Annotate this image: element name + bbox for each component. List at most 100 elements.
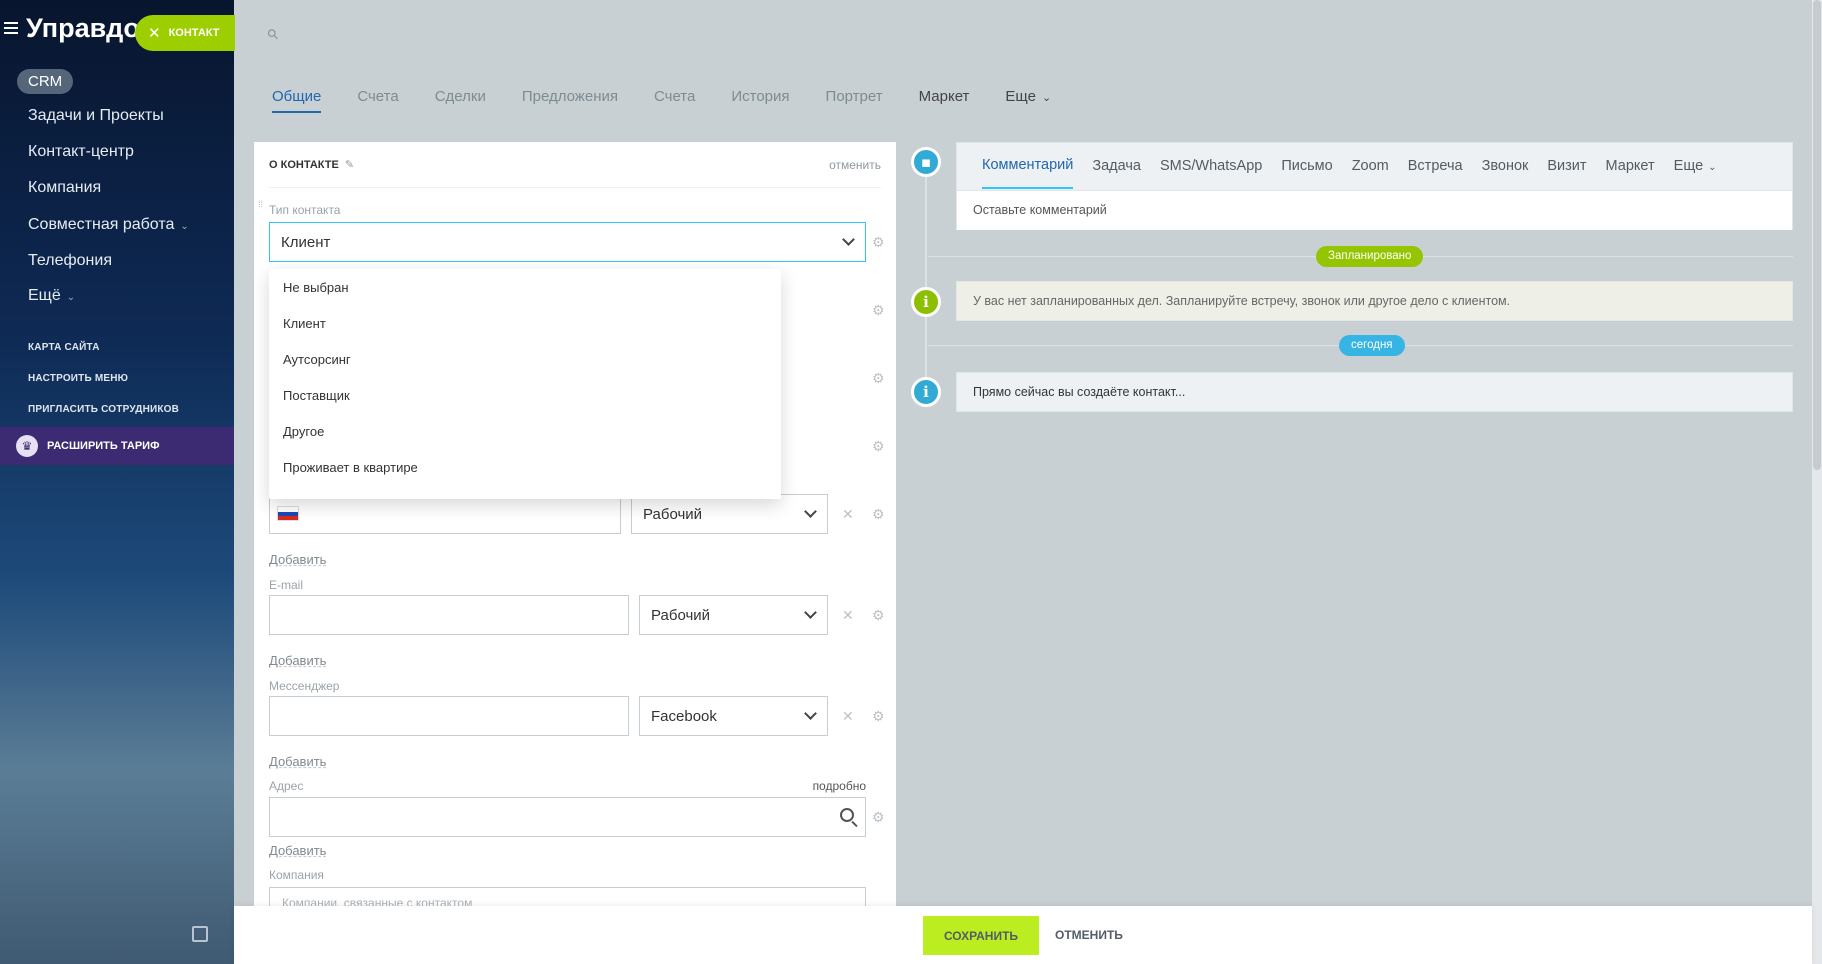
upgrade-plan-button[interactable]: ♛ РАСШИРИТЬ ТАРИФ (0, 427, 234, 465)
sidebar-item-collaboration[interactable]: Совместная работа ⌄ (28, 216, 189, 234)
tab-general[interactable]: Общие (272, 88, 322, 113)
russia-flag-icon[interactable] (277, 506, 299, 521)
tab-market[interactable]: Маркет (1606, 158, 1655, 174)
sidebar-item-company[interactable]: Компания (28, 179, 101, 197)
dropdown-option[interactable]: Другое (283, 424, 324, 439)
gear-icon[interactable]: ⚙ (872, 438, 885, 455)
tab-deals[interactable]: Сделки (435, 88, 486, 113)
today-badge: сегодня (1339, 335, 1405, 356)
entity-tabs: Общие Счета Сделки Предложения Счета Ист… (272, 88, 1087, 113)
phone-field[interactable] (269, 494, 621, 534)
search-icon[interactable] (840, 808, 854, 822)
crown-icon: ♛ (16, 435, 38, 457)
add-address-link[interactable]: Добавить (269, 843, 326, 858)
gear-icon[interactable]: ⚙ (872, 506, 885, 523)
messenger-type-select[interactable]: Facebook (639, 696, 828, 736)
tab-market[interactable]: Маркет (919, 88, 970, 113)
cancel-button[interactable]: ОТМЕНИТЬ (1055, 928, 1123, 942)
tab-more[interactable]: Еще ⌄ (1005, 88, 1051, 113)
comment-icon: ▪ (911, 147, 941, 177)
remove-icon[interactable]: ✕ (842, 607, 854, 624)
tab-sms-whatsapp[interactable]: SMS/WhatsApp (1160, 158, 1262, 174)
tab-more[interactable]: Еще ⌄ (1674, 158, 1717, 174)
phone-type-select[interactable]: Рабочий (631, 494, 828, 534)
chevron-down-icon (804, 505, 817, 518)
address-details-link[interactable]: подробно (813, 779, 866, 793)
remove-icon[interactable]: ✕ (842, 708, 854, 725)
sidebar-item-crm[interactable]: CRM (17, 69, 74, 94)
upgrade-plan-label: РАСШИРИТЬ ТАРИФ (47, 440, 160, 452)
creating-info-row: Прямо сейчас вы создаёте контакт... (956, 372, 1793, 412)
company-placeholder: Компании, связанные с контактом (282, 896, 473, 906)
dropdown-option[interactable]: Аутсорсинг (283, 352, 351, 367)
tab-more-label: Еще (1673, 158, 1704, 174)
email-type-value: Рабочий (651, 607, 711, 624)
company-label: Компания (269, 868, 324, 882)
gear-icon[interactable]: ⚙ (872, 302, 885, 319)
chevron-down-icon: ⌄ (66, 292, 76, 303)
menu-icon[interactable] (4, 22, 18, 34)
dropdown-option[interactable]: Проживает в квартире (283, 460, 418, 475)
pencil-icon[interactable]: ✎ (345, 159, 354, 171)
dropdown-option[interactable]: Не выбран (283, 280, 349, 295)
scrollbar[interactable] (1812, 0, 1822, 964)
tab-visit[interactable]: Визит (1547, 158, 1586, 174)
contact-type-label: Тип контакта (269, 203, 341, 217)
sidebar-item-label: Совместная работа (28, 216, 175, 233)
comment-input[interactable]: Оставьте комментарий (957, 190, 1792, 230)
contact-details-card: О КОНТАКТЕ ✎ отменить ⁞⁞ Тип контакта Кли… (254, 142, 896, 906)
email-type-select[interactable]: Рабочий (639, 595, 828, 635)
tab-meeting[interactable]: Встреча (1408, 158, 1463, 174)
creating-info-text: Прямо сейчас вы создаёте контакт... (973, 385, 1186, 399)
remove-icon[interactable]: ✕ (842, 506, 854, 523)
planned-info-text: У вас нет запланированных дел. Запланиру… (973, 294, 1511, 308)
close-icon[interactable]: ✕ (148, 24, 161, 42)
contact-type-dropdown: Не выбран Клиент Аутсорсинг Поставщик Др… (269, 269, 781, 499)
planned-info-row: У вас нет запланированных дел. Запланиру… (956, 281, 1793, 321)
activity-tabs: Комментарий Задача SMS/WhatsApp Письмо Z… (982, 143, 1736, 189)
gear-icon[interactable]: ⚙ (872, 708, 885, 725)
planned-badge: Запланировано (1316, 246, 1424, 267)
sidebar-item-contact-center[interactable]: Контакт-центр (28, 143, 134, 161)
email-field[interactable] (269, 595, 629, 635)
gear-icon[interactable]: ⚙ (872, 370, 885, 387)
contact-type-value: Клиент (281, 234, 331, 251)
tab-comment[interactable]: Комментарий (982, 143, 1074, 189)
add-email-link[interactable]: Добавить (269, 653, 326, 668)
tab-history[interactable]: История (731, 88, 789, 113)
info-icon: i (911, 287, 941, 317)
dropdown-option[interactable]: Клиент (283, 316, 326, 331)
address-field[interactable] (269, 797, 866, 837)
company-field[interactable]: Компании, связанные с контактом (269, 887, 866, 906)
configure-menu-link[interactable]: НАСТРОИТЬ МЕНЮ (28, 373, 128, 384)
tab-task[interactable]: Задача (1092, 158, 1141, 174)
add-phone-link[interactable]: Добавить (269, 552, 326, 567)
tab-portrait[interactable]: Портрет (826, 88, 883, 113)
contact-slider-tab[interactable]: ✕ КОНТАКТ (135, 15, 235, 51)
printer-icon[interactable] (192, 926, 208, 942)
sitemap-link[interactable]: КАРТА САЙТА (28, 342, 100, 353)
gear-icon[interactable]: ⚙ (872, 234, 885, 251)
tab-email[interactable]: Письмо (1281, 158, 1332, 174)
save-button[interactable]: СОХРАНИТЬ (923, 916, 1039, 955)
sidebar-item-tasks[interactable]: Задачи и Проекты (28, 107, 164, 125)
tab-quotes[interactable]: Предложения (522, 88, 618, 113)
invite-employees-link[interactable]: ПРИГЛАСИТЬ СОТРУДНИКОВ (28, 404, 179, 415)
link-icon[interactable]: ⚲ (263, 25, 282, 44)
tab-zoom[interactable]: Zoom (1352, 158, 1389, 174)
sidebar-item-more[interactable]: Ещё ⌄ (28, 287, 75, 305)
chevron-down-icon: ⌄ (180, 221, 189, 232)
messenger-field[interactable] (269, 696, 629, 736)
tab-invoices-2[interactable]: Счета (654, 88, 695, 113)
gear-icon[interactable]: ⚙ (872, 809, 885, 826)
drag-handle-icon[interactable]: ⁞⁞ (258, 200, 263, 209)
dropdown-option[interactable]: Поставщик (283, 388, 350, 403)
card-cancel-link[interactable]: отменить (829, 158, 881, 172)
scrollbar-thumb[interactable] (1813, 0, 1821, 470)
add-messenger-link[interactable]: Добавить (269, 754, 326, 769)
gear-icon[interactable]: ⚙ (872, 607, 885, 624)
contact-type-select[interactable]: Клиент (269, 222, 866, 262)
tab-invoices[interactable]: Счета (357, 88, 398, 113)
tab-call[interactable]: Звонок (1482, 158, 1529, 174)
sidebar-item-telephony[interactable]: Телефония (28, 252, 112, 270)
